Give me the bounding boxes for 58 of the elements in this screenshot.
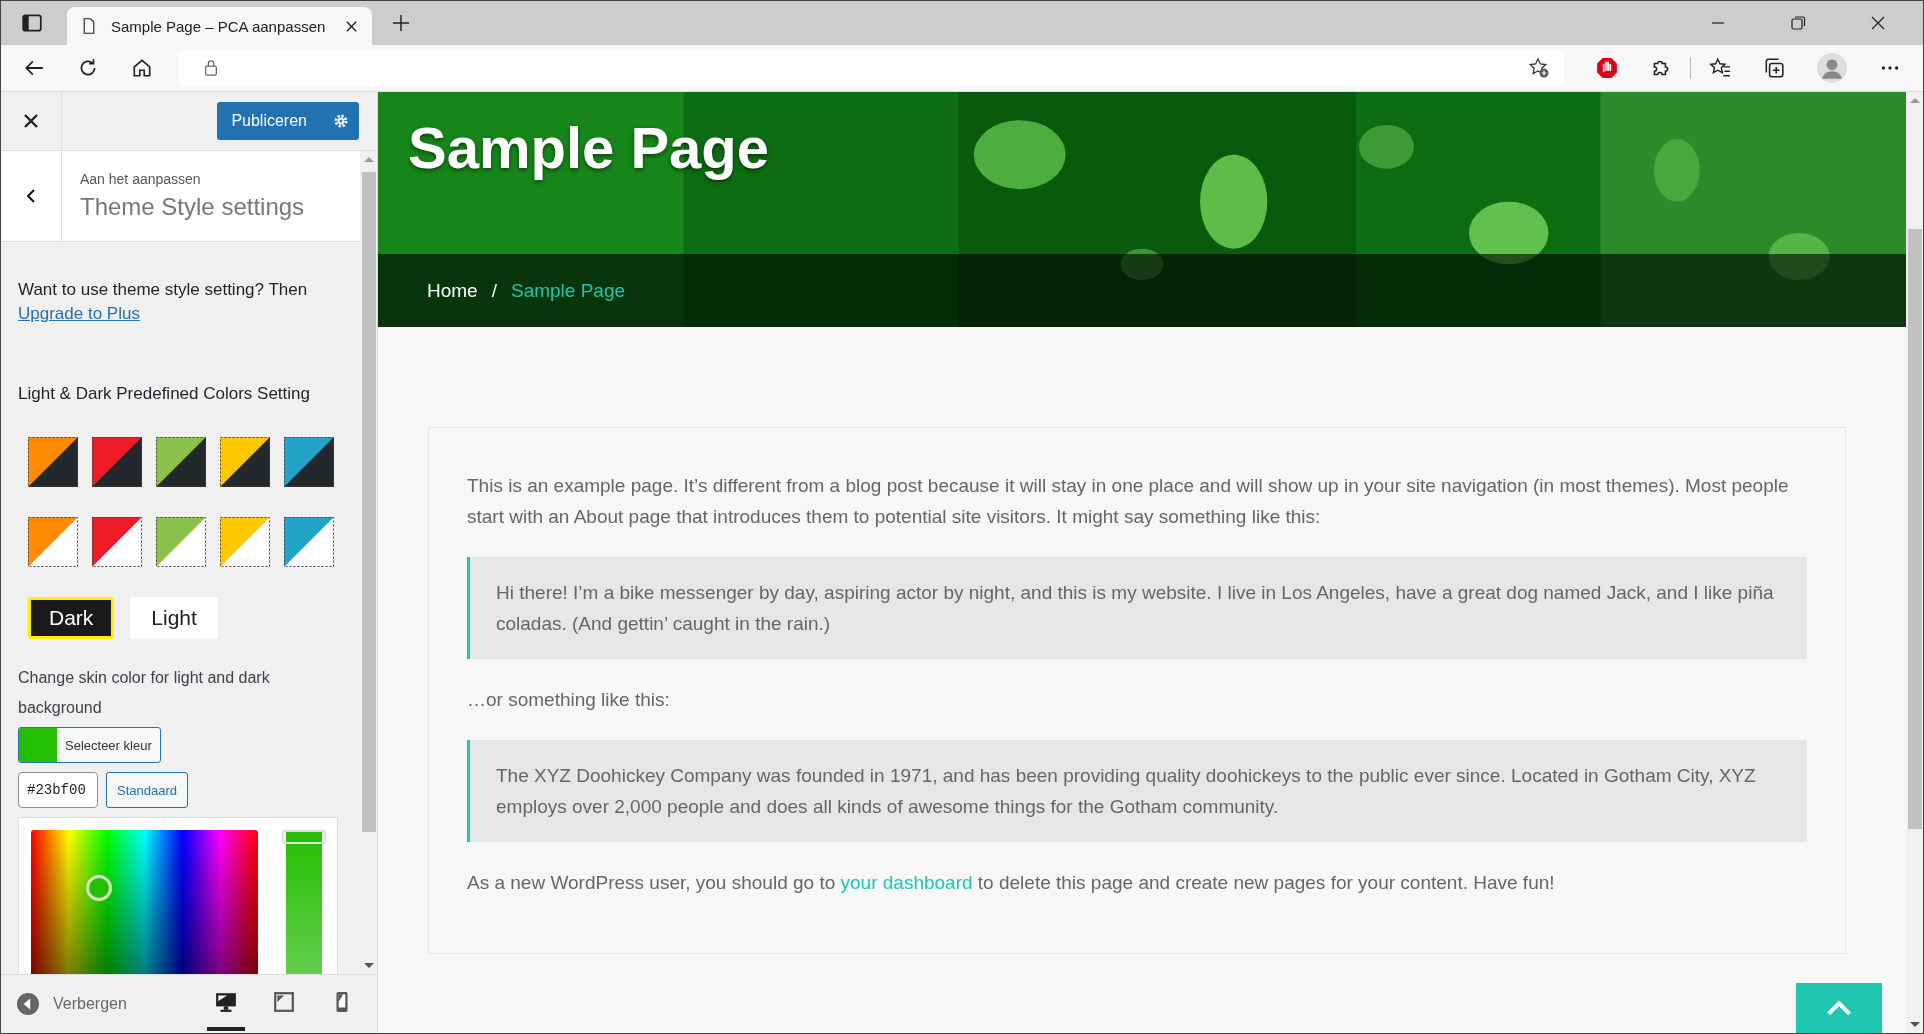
avatar-icon[interactable] — [1817, 53, 1847, 83]
select-color-button[interactable]: Selecteer kleur — [18, 727, 161, 763]
picker-handle[interactable] — [86, 875, 112, 901]
upgrade-link[interactable]: Upgrade to Plus — [18, 304, 140, 323]
breadcrumb-link[interactable]: Home — [427, 279, 478, 302]
color-swatch[interactable] — [156, 437, 206, 487]
color-swatch[interactable] — [284, 437, 334, 487]
color-swatch[interactable] — [284, 517, 334, 567]
color-swatch[interactable] — [28, 437, 78, 487]
paragraph: …or something like this: — [467, 688, 671, 712]
color-swatch[interactable] — [220, 437, 270, 487]
blockquote: The XYZ Doohickey Company was founded in 1971, and has been providing quality doohickeys to the public ever since. Located in Gotham City, XYZ employs over 2,000 people and does all kinds of awesome things for the Gotham community. — [467, 740, 1807, 842]
color-swatch[interactable] — [92, 437, 142, 487]
stop-hand-icon[interactable] — [1596, 57, 1618, 79]
hide-button[interactable]: Verbergen — [17, 993, 127, 1015]
collections-icon[interactable] — [1763, 57, 1785, 79]
new-tab-icon[interactable] — [392, 14, 410, 32]
upsell-text: Want to use theme style setting? Then Upgrade to Plus — [18, 279, 309, 325]
breadcrumb-separator: / — [491, 279, 497, 302]
mode-button[interactable]: Dark — [28, 597, 115, 639]
tablet-icon — [273, 991, 295, 1013]
left-arrow-circle-icon — [17, 993, 39, 1015]
restore-icon[interactable] — [1789, 14, 1807, 32]
color-swatch[interactable] — [220, 517, 270, 567]
hex-input-field[interactable]: #23bf00 — [18, 772, 98, 808]
page-icon — [81, 18, 97, 34]
paragraph: This is an example page. It’s different from a blog post because it will stay in one place and will show up in your site navigation (in most themes). Most people start with an About page that introduces them to potential site visitors. It might say something like this: — [467, 474, 1790, 529]
tab-actions-icon[interactable] — [21, 12, 43, 34]
skin-color-label: Change skin color for light and dark background — [18, 668, 271, 718]
blockquote: Hi there! I’m a bike messenger by day, aspiring actor by night, and this is my website. I live in Los Angeles, have a great dog named Jack, and I like piña coladas. (And gettin’ caught in the rain.) — [467, 557, 1807, 659]
page-title: Sample Page — [408, 114, 770, 181]
browser-tab[interactable]: Sample Page – PCA aanpassen — [67, 7, 372, 45]
home-icon[interactable] — [131, 57, 153, 79]
add-favorite-icon[interactable] — [1528, 57, 1550, 79]
slider-handle[interactable] — [282, 830, 326, 844]
lock-icon — [203, 60, 219, 76]
breadcrumb-current: Sample Page — [510, 279, 626, 302]
gear-icon — [333, 113, 349, 129]
favorites-icon[interactable] — [1709, 57, 1731, 79]
publish-settings-button[interactable] — [323, 102, 359, 140]
paragraph: As a new WordPress user, you should go to your dashboard to delete this page and create new pages for your content. Have fun! — [467, 871, 1556, 895]
breadcrumb-text: Aan het aanpassen — [80, 171, 202, 187]
chevron-up-icon — [1825, 998, 1853, 1018]
mode-button[interactable]: Light — [130, 597, 218, 639]
close-icon[interactable] — [23, 113, 39, 129]
presets-heading: Light & Dark Predefined Colors Setting — [18, 384, 311, 404]
section-title: Theme Style settings — [80, 193, 305, 221]
desktop-icon — [215, 991, 237, 1013]
color-swatch[interactable] — [28, 517, 78, 567]
scrollbar[interactable] — [1906, 92, 1923, 1033]
tab-title: Sample Page – PCA aanpassen — [111, 17, 327, 35]
default-button[interactable]: Standaard — [106, 772, 188, 808]
close-icon[interactable] — [345, 19, 358, 33]
color-swatch[interactable] — [92, 517, 142, 567]
color-gradient-field[interactable] — [31, 830, 258, 974]
close-window-icon[interactable] — [1869, 14, 1887, 32]
color-swatch[interactable] — [156, 517, 206, 567]
publish-button[interactable]: Publiceren — [217, 102, 323, 140]
